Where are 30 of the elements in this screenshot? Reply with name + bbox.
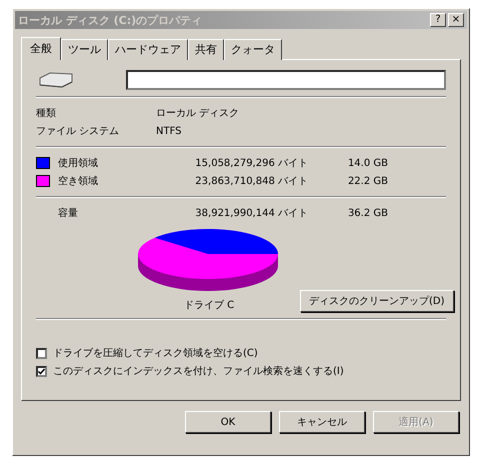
space-label: 空き領域 bbox=[58, 174, 99, 188]
tab[interactable]: 全般 bbox=[21, 37, 61, 60]
option-label: このディスクにインデックスを付け、ファイル検索を速くする(I) bbox=[53, 364, 344, 378]
space-size: 14.0 GB bbox=[346, 158, 388, 168]
space-label: 使用領域 bbox=[58, 156, 99, 170]
capacity-label: 容量 bbox=[58, 206, 79, 220]
disk-cleanup-button[interactable]: ディスクのクリーンアップ(D) bbox=[300, 290, 454, 312]
tab[interactable]: ハードウェア bbox=[108, 39, 188, 60]
window-title: ローカル ディスク (C:)のプロパティ bbox=[18, 12, 202, 28]
tab[interactable]: 共有 bbox=[188, 39, 224, 60]
info-value: NTFS bbox=[156, 126, 182, 136]
help-button[interactable]: ? bbox=[430, 13, 446, 27]
close-button[interactable]: × bbox=[448, 13, 464, 27]
drive-caption: ドライブ C bbox=[184, 298, 234, 312]
volume-label-field[interactable] bbox=[126, 70, 446, 90]
dialog-button[interactable]: OK bbox=[185, 411, 271, 433]
info-label: 種類 bbox=[36, 106, 57, 120]
tab[interactable]: ツール bbox=[61, 39, 108, 60]
capacity-size: 36.2 GB bbox=[346, 208, 388, 218]
capacity-bytes: 38,921,990,144 バイト bbox=[194, 207, 308, 220]
option-label: ドライブを圧縮してディスク領域を空ける(C) bbox=[53, 346, 258, 360]
info-label: ファイル システム bbox=[36, 125, 120, 138]
dialog-button[interactable]: キャンセル bbox=[279, 411, 365, 433]
space-size: 22.2 GB bbox=[346, 176, 388, 186]
info-value: ローカル ディスク bbox=[156, 107, 240, 120]
tab[interactable]: クォータ bbox=[224, 39, 282, 60]
checkbox[interactable] bbox=[36, 348, 47, 358]
space-bytes: 23,863,710,848 バイト bbox=[194, 175, 308, 188]
space-bytes: 15,058,279,296 バイト bbox=[194, 157, 308, 170]
checkbox[interactable] bbox=[36, 366, 47, 376]
